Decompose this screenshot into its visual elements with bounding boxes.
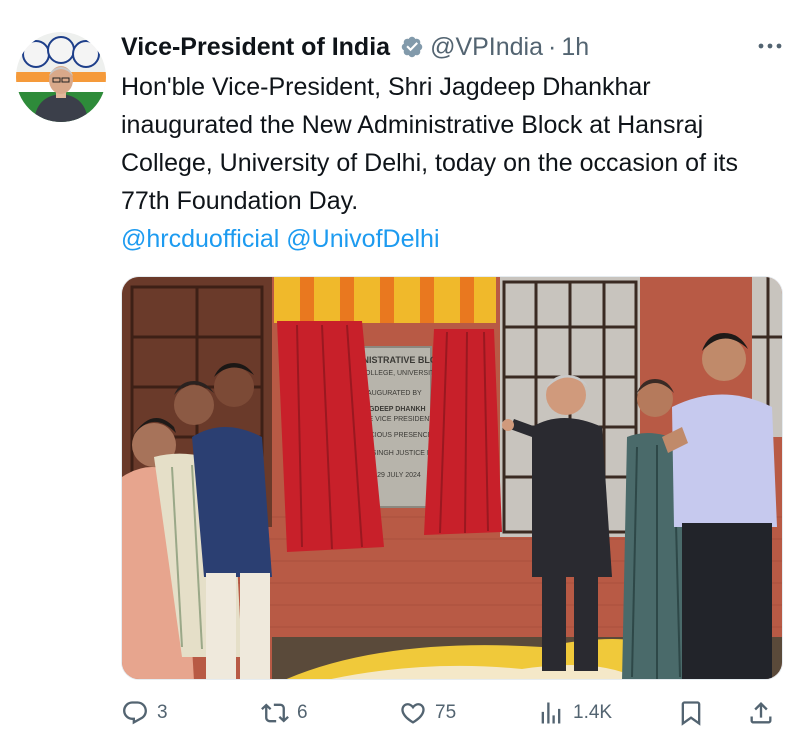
share-button[interactable] bbox=[747, 699, 775, 727]
mention-link[interactable]: @hrcduofficial bbox=[121, 225, 279, 253]
mention-link[interactable]: @UnivofDelhi bbox=[286, 225, 439, 253]
views-icon bbox=[541, 702, 561, 724]
repost-button[interactable]: 6 bbox=[261, 699, 308, 727]
views-button[interactable]: 1.4K bbox=[537, 699, 612, 727]
avatar-image bbox=[16, 32, 106, 122]
share-icon bbox=[750, 702, 772, 724]
tweet-actions: 3 6 75 1.4K bbox=[121, 694, 781, 732]
handle[interactable]: @VPIndia bbox=[430, 33, 543, 62]
plaque-text: INAUGURATED BY bbox=[360, 390, 422, 397]
like-button[interactable]: 75 bbox=[399, 699, 456, 727]
repost-count: 6 bbox=[297, 702, 308, 723]
reply-icon bbox=[123, 701, 147, 725]
repost-icon bbox=[261, 703, 289, 723]
reply-count: 3 bbox=[157, 702, 168, 723]
tweet-text: Hon'ble Vice-President, Shri Jagdeep Dha… bbox=[121, 73, 738, 215]
separator: · bbox=[548, 32, 557, 61]
heart-icon bbox=[401, 703, 425, 724]
more-options-icon[interactable] bbox=[757, 38, 783, 56]
avatar[interactable] bbox=[16, 32, 106, 122]
tweet-content: Vice-President of India @VPIndia · 1h Ho… bbox=[121, 28, 783, 258]
like-count: 75 bbox=[435, 702, 457, 723]
timestamp[interactable]: 1h bbox=[561, 33, 589, 62]
views-count: 1.4K bbox=[573, 702, 613, 723]
bookmark-button[interactable] bbox=[677, 699, 705, 727]
verified-badge-icon[interactable] bbox=[400, 35, 424, 59]
bookmark-icon bbox=[681, 701, 701, 726]
display-name[interactable]: Vice-President of India bbox=[121, 33, 390, 62]
event-photo: INISTRATIVE BLO COLLEGE, UNIVERSITY OF I… bbox=[122, 277, 782, 679]
reply-button[interactable]: 3 bbox=[121, 699, 168, 727]
plaque-text: INISTRATIVE BLO bbox=[360, 355, 437, 365]
tweet-header: Vice-President of India @VPIndia · 1h bbox=[121, 28, 781, 66]
tweet-mentions: @hrcduofficial @UnivofDelhi bbox=[121, 220, 781, 258]
tweet-photo[interactable]: INISTRATIVE BLO COLLEGE, UNIVERSITY OF I… bbox=[121, 276, 783, 680]
